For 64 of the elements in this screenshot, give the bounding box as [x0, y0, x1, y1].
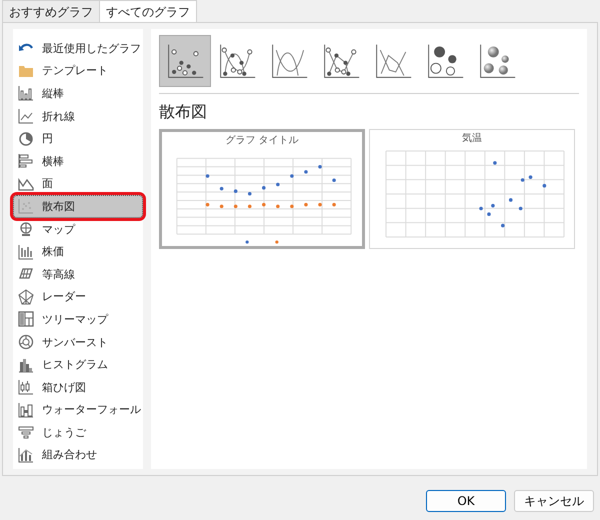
- histogram-icon: [18, 356, 34, 373]
- item-label: テンプレート: [42, 63, 108, 78]
- item-label: ヒストグラム: [42, 357, 108, 372]
- line-chart-icon: [18, 108, 34, 124]
- chart-type-item[interactable]: 等高線: [13, 262, 143, 286]
- tab[interactable]: おすすめグラフ: [2, 0, 100, 22]
- chart-type-item[interactable]: 面: [13, 172, 143, 196]
- sunburst-icon: [18, 334, 34, 350]
- chart-type-item[interactable]: 箱ひげ図: [13, 376, 143, 398]
- radar-chart-icon: [18, 288, 34, 305]
- item-label: 縦棒: [42, 86, 64, 101]
- chart-preview[interactable]: 気温: [369, 129, 575, 249]
- item-label: 等高線: [42, 266, 75, 282]
- chart-type-item[interactable]: マップ: [13, 218, 143, 240]
- chart-subtype-button[interactable]: [159, 35, 211, 87]
- combo-chart-icon: [18, 446, 34, 463]
- column-chart-icon: [18, 85, 34, 102]
- chart-type-item[interactable]: 株価: [13, 240, 143, 263]
- tab[interactable]: すべてのグラフ: [99, 0, 197, 22]
- chart-type-item[interactable]: 円: [13, 127, 143, 150]
- item-label: ツリーマップ: [42, 312, 108, 327]
- item-label: サンバースト: [42, 334, 108, 350]
- item-label: 横棒: [42, 154, 64, 169]
- pie-chart-icon: [18, 130, 34, 147]
- item-label: 散布図: [42, 198, 75, 214]
- chart-title: 気温: [462, 133, 482, 145]
- chart-type-item[interactable]: じょうご: [13, 421, 143, 444]
- chart-type-item[interactable]: レーダー: [13, 286, 143, 308]
- chart-type-item[interactable]: 横棒: [13, 150, 143, 173]
- subtype-heading: 散布図: [159, 102, 208, 123]
- chart-type-item[interactable]: 最近使用したグラフ: [13, 37, 143, 60]
- chart-type-item[interactable]: 組み合わせ: [13, 444, 143, 466]
- item-label: 折れ線: [42, 108, 75, 124]
- item-label: 箱ひげ図: [42, 380, 86, 395]
- item-label: レーダー: [42, 289, 86, 304]
- treemap-icon: [18, 311, 34, 328]
- ok-button[interactable]: OK: [426, 490, 506, 512]
- bar-chart-icon: [18, 153, 34, 170]
- chart-type-item[interactable]: 縦棒: [13, 82, 143, 105]
- chart-type-item[interactable]: ウォーターフォール: [13, 398, 143, 422]
- box-plot-icon: [18, 379, 34, 396]
- funnel-icon: [18, 424, 34, 440]
- item-label: じょうご: [42, 424, 86, 440]
- globe-icon: [18, 221, 34, 238]
- item-label: 最近使用したグラフ: [42, 40, 141, 56]
- chart-type-item[interactable]: 折れ線: [13, 104, 143, 128]
- item-label: 組み合わせ: [42, 447, 97, 462]
- item-label: ウォーターフォール: [42, 402, 141, 418]
- area-chart-icon: [18, 176, 34, 192]
- item-label: 円: [42, 131, 53, 146]
- stock-chart-icon: [18, 244, 34, 260]
- chart-type-item[interactable]: ヒストグラム: [13, 353, 143, 376]
- waterfall-icon: [18, 402, 34, 418]
- chart-title: グラフ タイトル: [225, 135, 299, 147]
- cancel-button[interactable]: キャンセル: [514, 490, 594, 512]
- chart-type-item[interactable]: テンプレート: [13, 60, 143, 82]
- item-label: マップ: [42, 222, 75, 237]
- chart-type-item[interactable]: サンバースト: [13, 330, 143, 354]
- item-label: 面: [42, 176, 53, 192]
- chart-type-item[interactable]: ツリーマップ: [13, 308, 143, 331]
- scatter-chart-icon: [18, 198, 34, 214]
- chart-preview[interactable]: グラフ タイトル: [159, 129, 365, 249]
- item-label: 株価: [42, 244, 64, 260]
- chart-type-item[interactable]: 散布図: [13, 195, 143, 218]
